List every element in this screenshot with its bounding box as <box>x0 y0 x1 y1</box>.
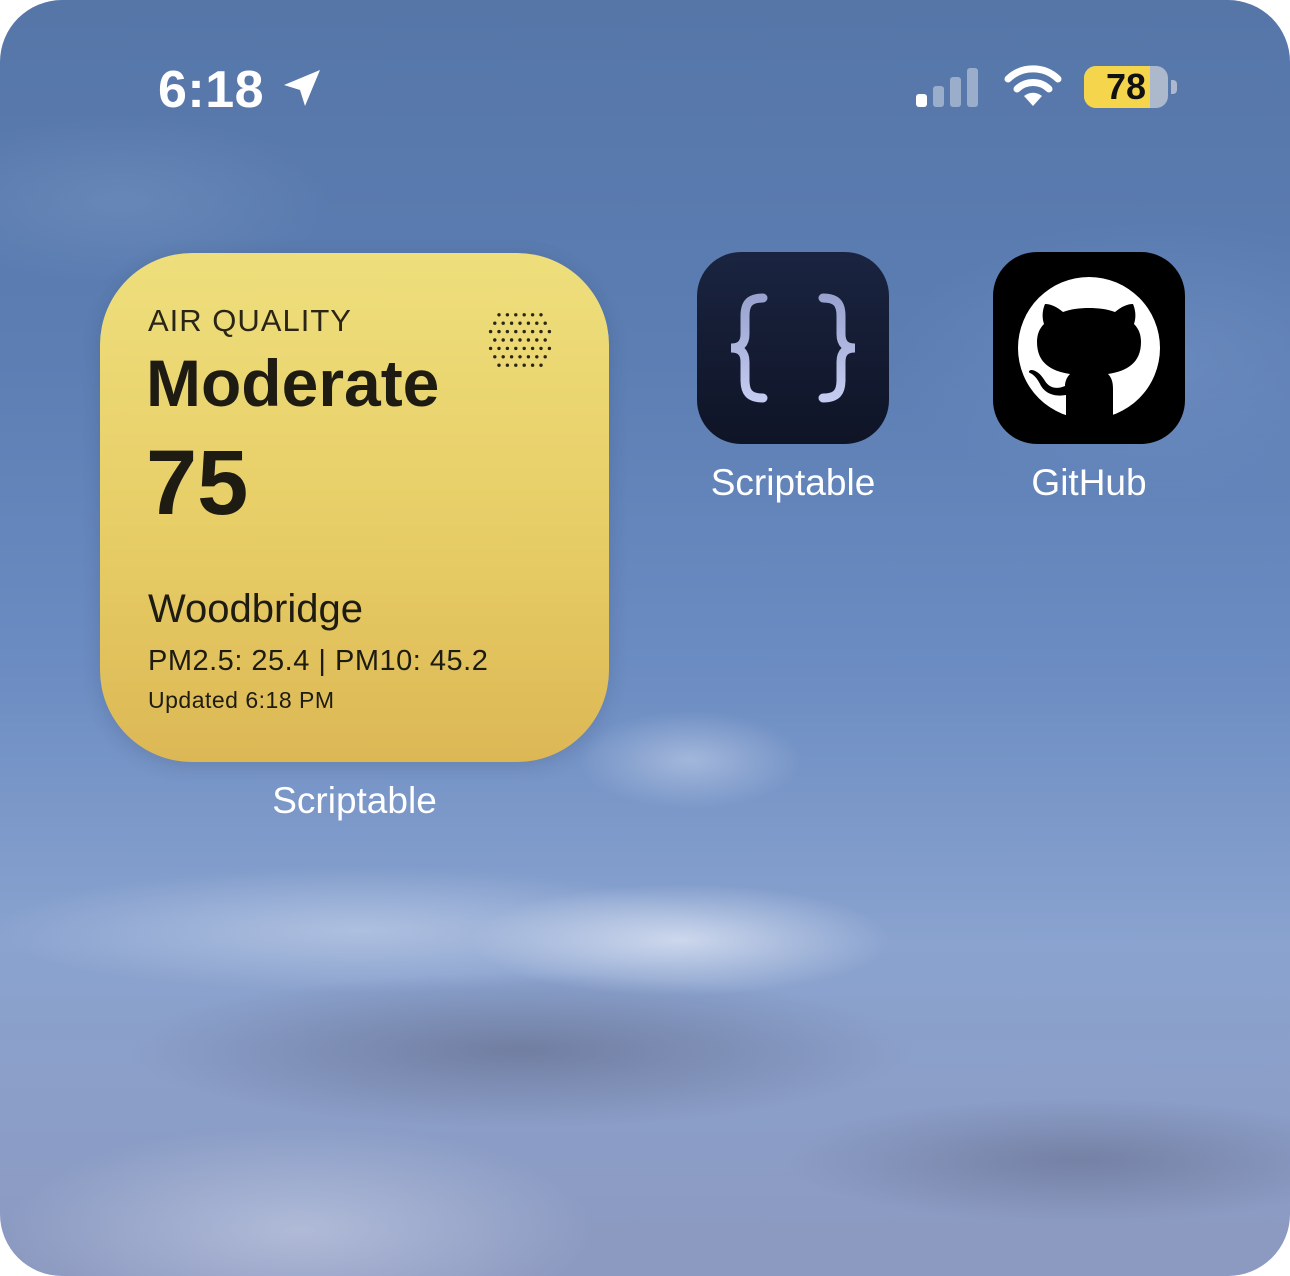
github-app-label: GitHub <box>1031 462 1147 503</box>
air-quality-widget[interactable]: AIR QUALITY Moderate 75 Woodbridge PM2.5… <box>100 253 609 762</box>
home-screen: 6:18 78 AIR QUALITY Moderate 75 Woodbrid… <box>0 0 1290 1276</box>
widget-location: Woodbridge <box>148 587 363 631</box>
github-app-icon[interactable] <box>993 252 1185 444</box>
air-quality-level: Moderate <box>146 346 440 420</box>
scriptable-app-icon[interactable] <box>697 252 889 444</box>
battery-body: 78 <box>1084 66 1168 108</box>
battery-level: 78 <box>1105 66 1147 107</box>
pm-readings: PM2.5: 25.4 | PM10: 45.2 <box>148 645 489 677</box>
updated-time: Updated 6:18 PM <box>148 687 335 713</box>
scriptable-app-label: Scriptable <box>710 462 876 503</box>
status-time: 6:18 <box>158 61 265 119</box>
wifi-icon <box>1004 65 1062 106</box>
github-octocat-icon <box>1018 277 1160 421</box>
location-arrow-icon <box>284 70 320 106</box>
widget-caption: Scriptable <box>272 780 437 821</box>
battery-cap <box>1171 80 1177 94</box>
cellular-signal-icon <box>916 68 978 107</box>
aqi-value: 75 <box>146 432 249 534</box>
battery-icon: 78 <box>1084 66 1180 108</box>
particles-dots-icon <box>488 313 552 367</box>
scriptable-braces-icon <box>730 293 856 403</box>
widget-label: AIR QUALITY <box>148 303 352 338</box>
